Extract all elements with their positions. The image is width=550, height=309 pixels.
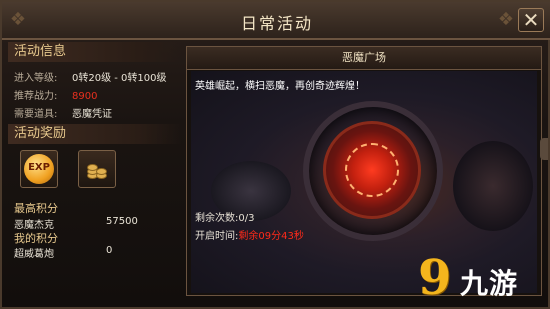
arena-rock: [453, 141, 533, 231]
open-time-label: 开启时间:: [195, 231, 239, 242]
best-score-value: 57500: [106, 216, 138, 227]
side-tab-handle[interactable]: [540, 138, 548, 160]
close-button[interactable]: ✕: [518, 8, 544, 32]
close-icon: ✕: [522, 8, 540, 32]
my-score-name: 超威葛炮: [14, 249, 54, 260]
open-time: 开启时间:剩余09分43秒: [195, 227, 304, 242]
title-bar: ❖ ❖ 日常活动: [2, 2, 550, 40]
info-label: 需要道具:: [14, 109, 58, 120]
info-label: 进入等级:: [14, 73, 58, 84]
exp-icon: EXP: [24, 154, 54, 184]
arena-title: 恶魔广场: [187, 47, 541, 70]
arena-rune-ring: [345, 143, 399, 197]
info-row-level: 进入等级: 0转20级 - 0转100级: [14, 69, 167, 84]
my-score-value: 0: [106, 245, 113, 256]
left-panel: 活动信息 进入等级: 0转20级 - 0转100级 推荐战力: 8900 需要道具:…: [8, 42, 182, 297]
info-value: 恶魔凭证: [72, 109, 112, 120]
activity-reward-header: 活动奖励: [8, 124, 182, 144]
arena-flavor-text: 英雄崛起，横扫恶魔，再创奇迹辉煌！: [195, 81, 365, 92]
jiuyou-watermark-logo: 9 九游: [416, 248, 548, 306]
info-row-power: 推荐战力: 8900: [14, 87, 97, 102]
activity-window: ❖ ❖ 日常活动 ✕ 活动信息 进入等级: 0转20级 - 0转100级 推荐战力…: [0, 0, 550, 309]
best-score-label: 最高积分: [14, 202, 58, 215]
info-value: 8900: [72, 91, 98, 102]
info-row-item: 需要道具: 恶魔凭证: [14, 105, 112, 120]
best-score-row: 恶魔杰克 57500: [14, 216, 138, 231]
info-label: 推荐战力:: [14, 91, 58, 102]
reward-slot-exp[interactable]: EXP: [20, 150, 58, 188]
activity-info-header: 活动信息: [8, 42, 182, 62]
remaining-tries: 剩余次数:0/3: [195, 213, 255, 224]
watermark-nine: 9: [418, 250, 452, 306]
my-score-row: 超威葛炮 0: [14, 245, 112, 260]
reward-slot-gold[interactable]: [78, 150, 116, 188]
my-score-label: 我的积分: [14, 232, 58, 245]
watermark-text: 九游: [460, 267, 519, 300]
gold-coins-icon: [87, 160, 107, 179]
window-title: 日常活动: [240, 14, 313, 33]
info-value: 0转20级 - 0转100级: [72, 73, 167, 84]
open-time-countdown: 剩余09分43秒: [238, 231, 304, 242]
